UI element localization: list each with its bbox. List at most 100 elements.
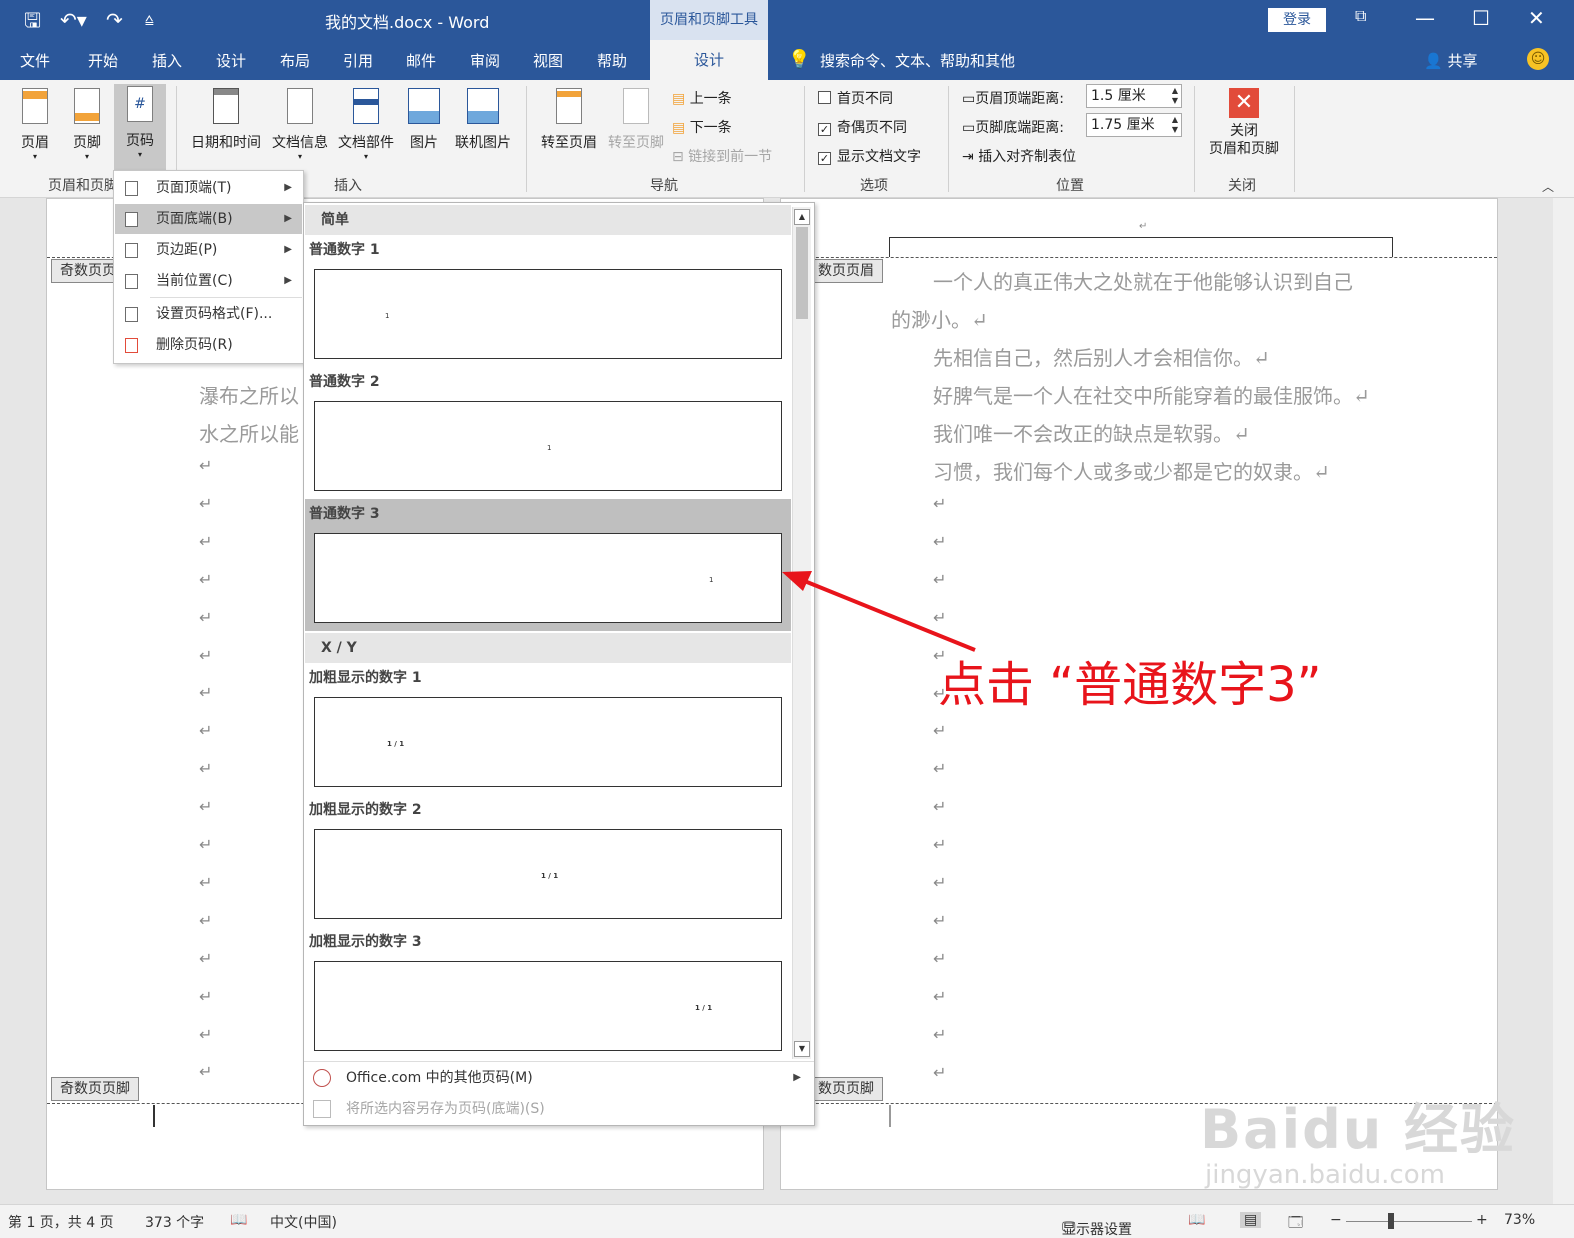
word-count[interactable]: 373 个字 [145, 1212, 204, 1232]
next-button[interactable]: ▤ 下一条 [672, 117, 732, 137]
menu-item-remove-page-numbers[interactable]: 删除页码(R) [115, 330, 302, 360]
maximize-icon[interactable]: ☐ [1472, 6, 1490, 30]
menu-item-current-position[interactable]: 当前位置(C) ▶ [115, 266, 302, 296]
different-odd-even-checkbox[interactable]: ✓ 奇偶页不同 [818, 117, 907, 137]
scroll-thumb[interactable] [796, 227, 808, 319]
zoom-in-icon[interactable]: + [1476, 1212, 1488, 1228]
menu-item-format-page-numbers[interactable]: 设置页码格式(F)... [115, 299, 302, 329]
paragraph-mark: ↵ [199, 872, 213, 892]
tell-me-search[interactable]: 搜索命令、文本、帮助和其他 [820, 50, 1015, 71]
preview-number: 1 / 1 [541, 872, 559, 880]
online-picture-button[interactable]: 联机图片 [450, 86, 516, 152]
group-close: 关闭 [1228, 178, 1256, 194]
proofing-icon[interactable]: 📖 [230, 1212, 247, 1228]
page-count[interactable]: 第 1 页，共 4 页 [8, 1212, 114, 1232]
zoom-out-icon[interactable]: − [1330, 1212, 1342, 1228]
zoom-slider-thumb[interactable] [1388, 1213, 1394, 1229]
login-button[interactable]: 登录 [1268, 8, 1326, 32]
gallery-item-bold-number-2[interactable]: 加粗显示的数字 2 1 / 1 [305, 795, 791, 927]
tab-design-hf[interactable]: 设计 [650, 40, 768, 80]
tab-view[interactable]: 视图 [533, 50, 563, 71]
undo-icon[interactable]: ↶▾ [60, 8, 87, 32]
menu-item-page-margins[interactable]: 页边距(P) ▶ [115, 235, 302, 265]
gallery-preview: 1 [314, 269, 782, 359]
web-layout-icon[interactable]: 🗔 [1288, 1212, 1303, 1236]
tab-review[interactable]: 审阅 [470, 50, 500, 71]
show-doc-text-checkbox[interactable]: ✓ 显示文档文字 [818, 146, 921, 166]
menu-item-label: 当前位置(C) [156, 273, 233, 289]
paragraph-mark: ↵ [199, 493, 213, 513]
tab-references[interactable]: 引用 [343, 50, 373, 71]
ribbon-display-icon[interactable]: ⧉ [1355, 6, 1366, 26]
language[interactable]: 中文(中国) [270, 1212, 337, 1232]
text-cursor [889, 1105, 891, 1127]
body-line: 一个人的真正伟大之处就在于他能够认识到自己 [933, 270, 1353, 294]
tab-design-doc[interactable]: 设计 [216, 50, 246, 71]
gallery-item-plain-number-3[interactable]: 普通数字 3 1 [305, 499, 791, 631]
save-icon[interactable]: 🖫 [24, 8, 41, 32]
gallery-item-plain-number-2[interactable]: 普通数字 2 1 [305, 367, 791, 499]
scroll-up-icon[interactable]: ▲ [794, 209, 810, 225]
page-number-button[interactable]: # 页码 ▾ [114, 84, 166, 174]
tab-file[interactable]: 文件 [20, 50, 50, 71]
collapse-ribbon-icon[interactable]: ︿ [1542, 178, 1554, 195]
share-button[interactable]: 👤 共享 [1424, 50, 1477, 71]
zoom-level[interactable]: 73% [1504, 1212, 1535, 1228]
vertical-scrollbar[interactable] [1553, 198, 1574, 1204]
goto-footer-button[interactable]: 转至页脚 [604, 86, 668, 152]
scroll-down-icon[interactable]: ▼ [794, 1041, 810, 1057]
tab-home[interactable]: 开始 [88, 50, 118, 71]
page-bottom-icon [125, 212, 138, 227]
picture-button[interactable]: 图片 [402, 86, 446, 152]
quick-parts-button[interactable]: 文档部件 ▾ [334, 86, 398, 161]
gallery-item-bold-number-3[interactable]: 加粗显示的数字 3 1 / 1 [305, 927, 791, 1059]
customize-qat-icon[interactable]: ⩠ [145, 8, 154, 32]
previous-button[interactable]: ▤ 上一条 [672, 88, 732, 108]
header-button[interactable]: 页眉 ▾ [10, 86, 60, 172]
tab-insert[interactable]: 插入 [152, 50, 182, 71]
page-top-icon [125, 181, 138, 196]
tab-help[interactable]: 帮助 [597, 50, 627, 71]
save-selection-as-page-number[interactable]: 将所选内容另存为页码(底端)(S) [305, 1094, 813, 1124]
share-label: 共享 [1447, 52, 1478, 70]
menu-item-bottom-of-page[interactable]: 页面底端(B) ▶ [115, 204, 302, 234]
gallery-section-xy: X / Y [305, 633, 791, 663]
page-number-label: 页码 [126, 133, 154, 149]
different-first-page-checkbox[interactable]: 首页不同 [818, 88, 893, 108]
zoom-slider[interactable] [1346, 1221, 1472, 1222]
gallery-scrollbar[interactable]: ▲ ▼ [792, 207, 811, 1059]
paragraph-mark: ↵ [199, 456, 213, 475]
footer-bottom-distance-input[interactable]: 1.75 厘米 ▲ ▼ [1086, 113, 1182, 137]
minimize-icon[interactable]: — [1415, 6, 1435, 30]
date-time-button[interactable]: 日期和时间 [186, 86, 266, 152]
spinner-icon[interactable]: ▲ ▼ [1172, 86, 1178, 106]
doc-info-button[interactable]: 文档信息 ▾ [268, 86, 332, 161]
different-odd-even-label: 奇偶页不同 [837, 120, 907, 136]
tab-mailings[interactable]: 邮件 [406, 50, 436, 71]
insert-alignment-tab-button[interactable]: ⇥ 插入对齐制表位 [962, 146, 1076, 166]
paragraph-mark: ↵ [933, 759, 947, 779]
gallery-item-plain-number-1[interactable]: 普通数字 1 1 [305, 235, 791, 367]
header-top-distance-input[interactable]: 1.5 厘米 ▲ ▼ [1086, 84, 1182, 108]
submenu-arrow-icon: ▶ [284, 213, 292, 224]
even-page-footer-tag: 数页页脚 [809, 1077, 883, 1101]
read-mode-icon[interactable]: 📖 [1188, 1212, 1205, 1228]
gallery-item-bold-number-1[interactable]: 加粗显示的数字 1 1 / 1 [305, 663, 791, 795]
close-header-footer-button[interactable]: ✕ 关闭 页眉和页脚 [1202, 88, 1286, 158]
spinner-icon[interactable]: ▲ ▼ [1172, 115, 1178, 135]
goto-footer-label: 转至页脚 [608, 135, 664, 151]
close-window-icon[interactable]: ✕ [1528, 6, 1545, 30]
menu-item-top-of-page[interactable]: 页面顶端(T) ▶ [115, 173, 302, 203]
goto-header-button[interactable]: 转至页眉 [536, 86, 602, 152]
feedback-smile-icon[interactable]: ☺ [1527, 48, 1549, 70]
lightbulb-icon[interactable]: 💡 [788, 49, 810, 70]
tab-layout[interactable]: 布局 [280, 50, 310, 71]
print-layout-icon[interactable]: ▤ [1240, 1212, 1262, 1228]
goto-header-icon [556, 88, 582, 124]
redo-icon[interactable]: ↷ [106, 8, 123, 32]
footer-button[interactable]: 页脚 ▾ [62, 86, 112, 172]
goto-footer-icon [623, 88, 649, 124]
link-to-previous-button[interactable]: ⊟ 链接到前一节 [672, 146, 772, 166]
more-page-numbers-office[interactable]: Office.com 中的其他页码(M) ▶ [305, 1063, 813, 1093]
gallery-item-title: 普通数字 2 [309, 374, 380, 390]
